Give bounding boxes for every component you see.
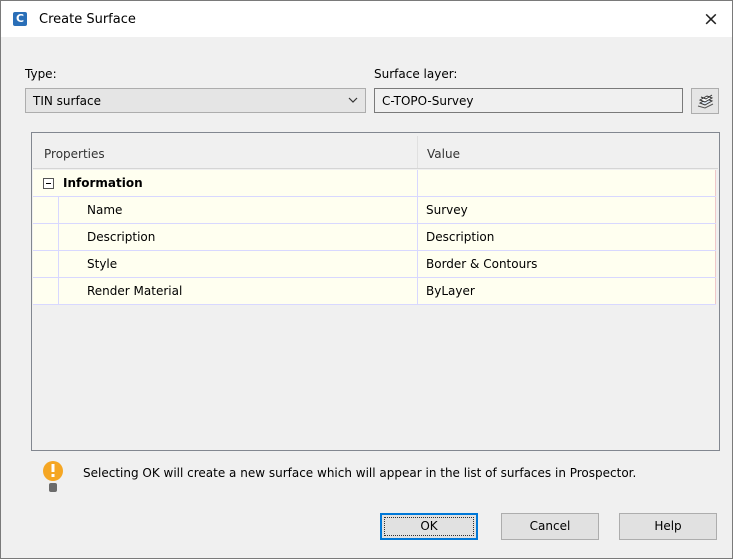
civil3d-app-icon: C — [13, 12, 27, 26]
close-button[interactable]: × — [696, 4, 726, 34]
property-name-cell: Description — [58, 224, 416, 250]
property-row-render-material[interactable]: Render Material ByLayer — [33, 278, 716, 305]
surface-layer-field[interactable]: C-TOPO-Survey — [374, 88, 683, 113]
cancel-button[interactable]: Cancel — [501, 513, 599, 540]
focus-rectangle — [384, 517, 474, 536]
dialog-title: Create Surface — [39, 12, 136, 27]
property-name-cell: Name — [58, 197, 416, 223]
type-select-value: TIN surface — [33, 94, 102, 108]
category-label: Information — [63, 176, 143, 190]
property-value-cell[interactable]: ByLayer — [417, 278, 716, 304]
property-label: Description — [87, 230, 156, 244]
collapse-icon[interactable] — [43, 178, 54, 189]
property-name-cell: Style — [58, 251, 416, 277]
property-value-cell[interactable]: Survey — [417, 197, 716, 223]
grid-header: Properties Value — [33, 134, 718, 169]
property-label: Render Material — [87, 284, 183, 298]
property-row-description[interactable]: Description Description — [33, 224, 716, 251]
property-name-cell: Render Material — [58, 278, 416, 304]
info-message: Selecting OK will create a new surface w… — [83, 466, 637, 480]
surface-layer-label: Surface layer: — [374, 67, 458, 81]
property-row-name[interactable]: Name Survey — [33, 197, 716, 224]
surface-layer-value: C-TOPO-Survey — [382, 94, 474, 108]
property-grid: Properties Value Information Name Survey… — [31, 132, 720, 451]
create-surface-dialog: C Create Surface × Type: TIN surface Sur… — [0, 0, 733, 559]
layers-icon — [697, 94, 714, 109]
select-layer-button[interactable] — [691, 88, 719, 114]
property-label: Style — [87, 257, 118, 271]
property-value-cell[interactable]: Description — [417, 224, 716, 250]
column-header-value[interactable]: Value — [427, 134, 460, 169]
help-button[interactable]: Help — [619, 513, 717, 540]
property-label: Name — [87, 203, 123, 217]
info-bulb-icon — [43, 461, 63, 492]
type-label: Type: — [25, 67, 57, 81]
chevron-down-icon — [347, 92, 359, 111]
type-select[interactable]: TIN surface — [25, 88, 366, 113]
column-separator[interactable] — [417, 136, 418, 168]
category-value — [417, 170, 716, 196]
property-row-style[interactable]: Style Border & Contours — [33, 251, 716, 278]
column-header-properties[interactable]: Properties — [44, 134, 105, 169]
ok-button[interactable]: OK — [380, 513, 478, 540]
property-value-cell[interactable]: Border & Contours — [417, 251, 716, 277]
category-row-information[interactable]: Information — [33, 170, 716, 197]
title-bar: C Create Surface × — [1, 1, 732, 37]
